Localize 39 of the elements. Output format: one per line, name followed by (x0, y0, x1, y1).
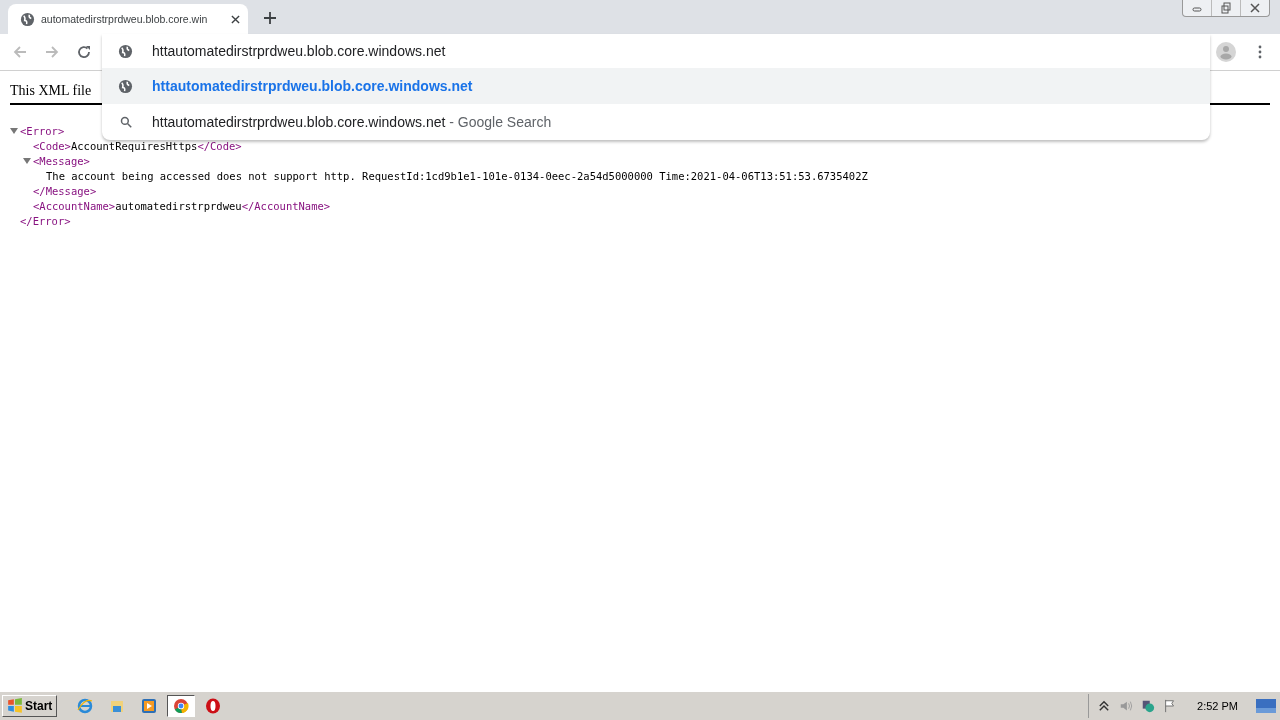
opera-icon (205, 698, 222, 714)
suggestion-item[interactable]: httautomatedirstrprdweu.blob.core.windows.net (102, 68, 1210, 104)
globe-icon (20, 11, 35, 27)
taskbar-app[interactable] (167, 695, 196, 717)
search-icon (120, 116, 132, 128)
clock-time: 2:52 PM (1197, 700, 1238, 712)
new-tab-icon[interactable] (264, 12, 276, 24)
xml-tag: <Error> (20, 124, 65, 137)
xml-tag: <Code> (33, 139, 71, 152)
chrome-icon (173, 698, 190, 714)
windows-logo-icon (7, 698, 23, 714)
xml-text: automatedirstrprdweu (115, 199, 242, 212)
menu-icon[interactable] (1258, 45, 1262, 59)
xml-tag: </Error> (20, 214, 71, 227)
start-button[interactable]: Start (2, 695, 58, 717)
browser-e-icon (77, 698, 94, 714)
xml-tag: </Code> (197, 139, 242, 152)
tab-title: automatedirstrprdweu.blob.core.win (41, 13, 209, 25)
chevron-up-icon[interactable] (1097, 699, 1112, 713)
folder-icon (109, 698, 126, 714)
browser-tab[interactable]: automatedirstrprdweu.blob.core.win (8, 4, 248, 34)
network-icon[interactable] (1141, 699, 1156, 713)
expand-toggle-icon[interactable] (10, 126, 18, 135)
xml-tag: <AccountName> (33, 199, 116, 212)
globe-icon (118, 43, 133, 59)
xml-tag: </Message> (33, 184, 97, 197)
xml-text: AccountRequiresHttps (70, 139, 198, 152)
xml-text: The account being accessed does not support http. RequestId:1cd9b1e1-101e-0134-0eec-2a54d5000000 Time:2021-04-06T13:51:53.6735402Z (46, 169, 868, 182)
banner-text: This XML file (10, 83, 92, 98)
xml-tag: </AccountName> (241, 199, 331, 212)
xml-tag: <Message> (33, 154, 90, 167)
expand-toggle-icon[interactable] (23, 156, 31, 165)
reload-icon[interactable] (76, 44, 92, 60)
close-icon[interactable] (231, 14, 240, 24)
suggestion-item[interactable]: httautomatedirstrprdweu.blob.core.windows.net - Google Search (102, 104, 1210, 140)
profile-avatar-icon[interactable] (1216, 42, 1236, 62)
media-player-icon (141, 698, 158, 714)
globe-icon (118, 78, 133, 94)
window-controls[interactable] (1182, 0, 1270, 17)
